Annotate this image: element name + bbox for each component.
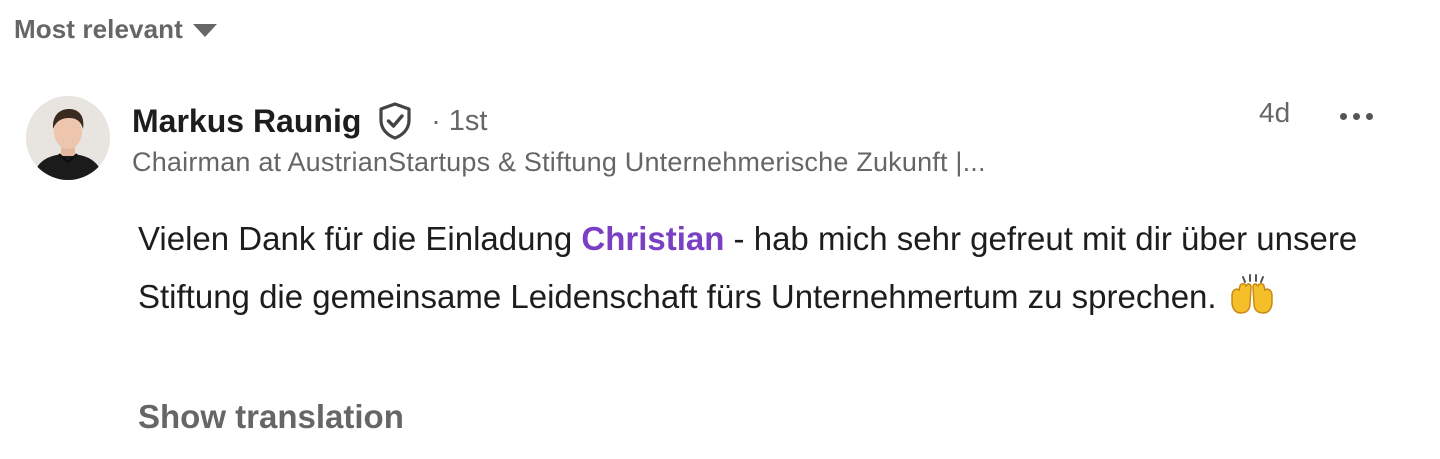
comment-text: Vielen Dank für die Einladung Christian … [138, 210, 1398, 325]
raising-hands-emoji [1229, 273, 1275, 314]
more-horizontal-icon [1339, 112, 1347, 120]
more-options-button[interactable] [1334, 100, 1378, 132]
author-name[interactable]: Markus Raunig [132, 103, 361, 140]
degree-separator: · [431, 105, 441, 136]
comment-text-start: Vielen Dank für die Einladung [138, 220, 582, 257]
sort-dropdown-label: Most relevant [14, 14, 183, 44]
author-headline: Chairman at AustrianStartups & Stiftung … [132, 147, 986, 177]
comment-timestamp: 4d [1259, 97, 1291, 128]
avatar[interactable] [26, 96, 110, 180]
connection-degree: 1st [448, 104, 488, 137]
verified-shield-icon [375, 101, 415, 141]
comment-header: Markus Raunig · 1st [132, 96, 487, 146]
mention-link[interactable]: Christian [581, 220, 724, 257]
caret-down-icon [192, 24, 217, 37]
sort-dropdown[interactable]: Most relevant [14, 14, 217, 45]
show-translation-button[interactable]: Show translation [138, 398, 404, 436]
